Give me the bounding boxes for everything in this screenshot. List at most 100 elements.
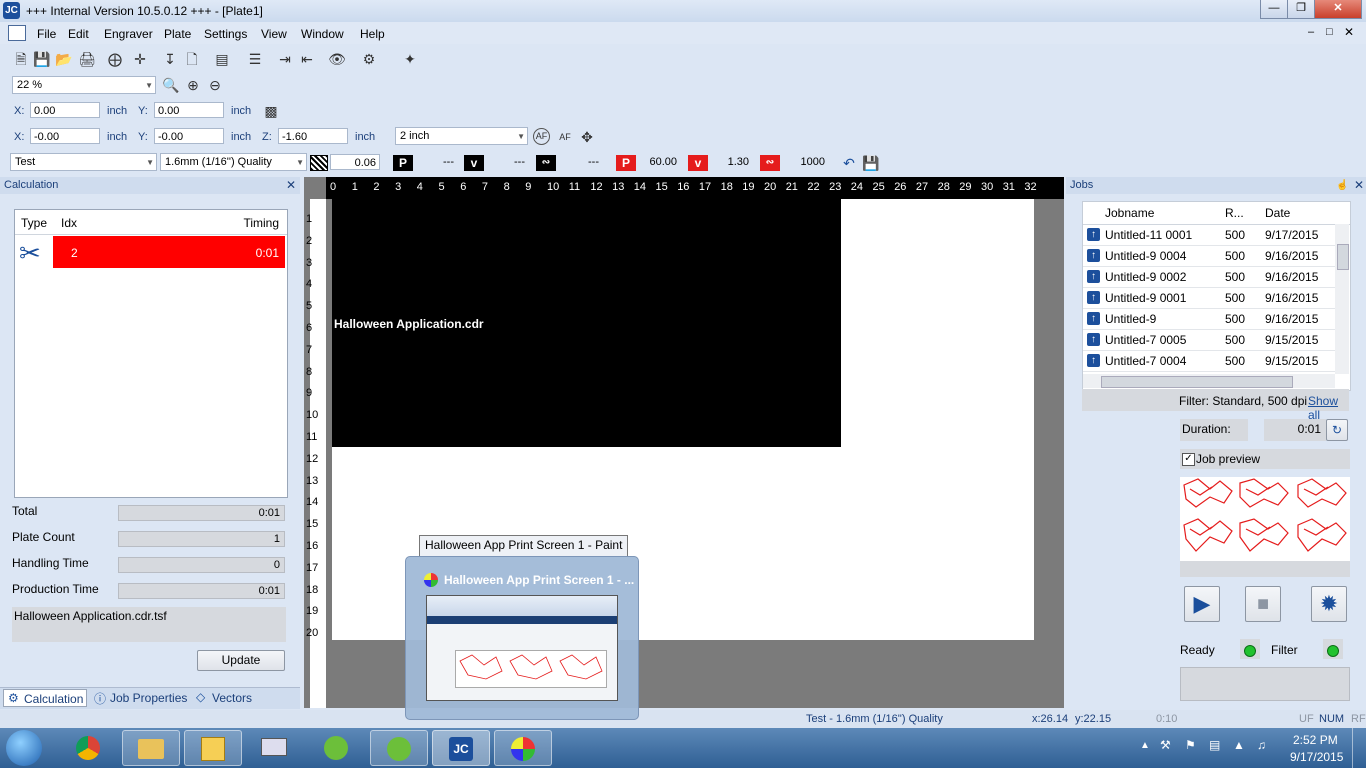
zoom-select[interactable]: 22 % ▼ bbox=[12, 76, 156, 94]
tray-flag-icon[interactable]: ⚑ bbox=[1185, 738, 1196, 752]
tab-calculation[interactable]: ⚙ Calculation bbox=[3, 689, 87, 707]
line-height-input[interactable]: 0.06 bbox=[330, 154, 380, 170]
taskbar-paint[interactable] bbox=[494, 730, 552, 766]
job-row[interactable]: ↑ Untitled-9 0004 500 9/16/2015 bbox=[1083, 246, 1335, 267]
menu-plate[interactable]: Plate bbox=[164, 27, 191, 41]
taskbar-chrome[interactable] bbox=[60, 730, 118, 766]
menu-window[interactable]: Window bbox=[301, 27, 344, 41]
show-all-link[interactable]: Show all bbox=[1308, 394, 1349, 422]
zoom-out-icon[interactable]: ⊖ bbox=[206, 76, 224, 94]
close-button[interactable]: ✕ bbox=[1314, 0, 1362, 19]
gear-icon[interactable]: ⚙ bbox=[360, 50, 378, 68]
clock-time[interactable]: 2:52 PM bbox=[1293, 733, 1338, 747]
menu-file[interactable]: File bbox=[37, 27, 56, 41]
table-row[interactable]: 2 0:01 bbox=[53, 236, 285, 268]
start-orb-icon[interactable] bbox=[6, 730, 42, 766]
cut-frequency-input[interactable]: 1000 bbox=[782, 154, 828, 170]
minimize-button[interactable]: — bbox=[1260, 0, 1288, 19]
anchor-icon[interactable]: ▩ bbox=[262, 102, 280, 120]
job-row[interactable]: ↑ Untitled-9 0001 500 9/16/2015 bbox=[1083, 288, 1335, 309]
taskbar-coreldraw-2[interactable] bbox=[370, 730, 428, 766]
update-button[interactable]: Update bbox=[197, 650, 285, 671]
taskbar-coreldraw-1[interactable] bbox=[308, 730, 366, 766]
menu-edit[interactable]: Edit bbox=[68, 27, 89, 41]
exhaust-fan-button[interactable]: ✹ bbox=[1311, 586, 1347, 622]
close-jobs-icon[interactable]: ✕ bbox=[1354, 177, 1364, 194]
receive-icon[interactable]: ⇤ bbox=[298, 50, 316, 68]
crosshair-icon[interactable]: ⨁ bbox=[106, 50, 124, 68]
taskbar-jobcontrol[interactable]: JC bbox=[432, 730, 490, 766]
tab-vectors[interactable]: Vectors bbox=[212, 691, 252, 705]
jobs-hscrollbar[interactable] bbox=[1083, 374, 1335, 388]
move-icon[interactable]: ✛ bbox=[131, 50, 149, 68]
taskbar-explorer[interactable] bbox=[122, 730, 180, 766]
head-x-input[interactable]: -0.00 bbox=[30, 128, 100, 144]
af-settings-icon[interactable]: AF bbox=[556, 128, 574, 146]
stop-button[interactable]: ■ bbox=[1245, 586, 1281, 622]
close-panel-icon[interactable]: ✕ bbox=[286, 177, 296, 194]
start-button[interactable]: ▶ bbox=[1184, 586, 1220, 622]
y-input[interactable]: 0.00 bbox=[154, 102, 224, 118]
menu-settings[interactable]: Settings bbox=[204, 27, 247, 41]
zoom-in-icon[interactable]: ⊕ bbox=[184, 76, 202, 94]
taskbar-thumbnail[interactable]: Halloween App Print Screen 1 - ... bbox=[405, 556, 639, 720]
tray-device-icon[interactable]: ▤ bbox=[1209, 738, 1220, 752]
maximize-button[interactable]: ❐ bbox=[1287, 0, 1315, 19]
pin-icon[interactable]: ☝ bbox=[1336, 177, 1348, 194]
menu-view[interactable]: View bbox=[261, 27, 287, 41]
zoom-fit-icon[interactable]: 🔍 bbox=[162, 76, 180, 94]
show-hidden-icons[interactable]: ▲ bbox=[1140, 740, 1150, 751]
show-desktop-button[interactable] bbox=[1352, 728, 1366, 768]
jobs-hscroll-thumb[interactable] bbox=[1101, 376, 1293, 388]
menu-help[interactable]: Help bbox=[360, 27, 385, 41]
frequency-input[interactable]: --- bbox=[558, 154, 602, 170]
head-y-input[interactable]: -0.00 bbox=[154, 128, 224, 144]
autofocus-icon[interactable]: AF bbox=[533, 128, 550, 145]
import-icon[interactable]: ↧ bbox=[161, 50, 179, 68]
job-row[interactable]: ↑ Untitled-7 0004 500 9/15/2015 bbox=[1083, 351, 1335, 372]
job-row[interactable]: ↑ Untitled-7 0005 500 9/15/2015 bbox=[1083, 330, 1335, 351]
mdi-restore-button[interactable]: □ bbox=[1326, 26, 1333, 38]
step-select[interactable]: 2 inch ▼ bbox=[395, 127, 528, 145]
job-graphic[interactable]: Halloween Application.cdr bbox=[332, 199, 841, 447]
app-icon[interactable]: JC bbox=[3, 2, 20, 19]
job-row[interactable]: ↑ Untitled-9 500 9/16/2015 bbox=[1083, 309, 1335, 330]
stack-icon[interactable]: ☰ bbox=[246, 50, 264, 68]
thumbnail-preview[interactable] bbox=[426, 595, 618, 701]
refresh-duration-icon[interactable]: ↻ bbox=[1326, 419, 1348, 441]
tool-icon[interactable]: ✦ bbox=[401, 50, 419, 68]
job-row[interactable]: ↑ Untitled-11 0001 500 9/17/2015 bbox=[1083, 225, 1335, 246]
x-input[interactable]: 0.00 bbox=[30, 102, 100, 118]
taskbar-printer[interactable] bbox=[246, 730, 304, 766]
mdi-close-button[interactable]: ✕ bbox=[1344, 25, 1354, 39]
print-icon[interactable]: 🖨 bbox=[78, 50, 96, 68]
menu-engraver[interactable]: Engraver bbox=[104, 27, 153, 41]
new-icon[interactable]: 🗎 bbox=[12, 50, 30, 68]
xyz-move-icon[interactable]: ✥ bbox=[578, 128, 596, 146]
tray-icon-1[interactable]: ⚒ bbox=[1160, 738, 1171, 752]
layout-icon[interactable]: ▤ bbox=[213, 50, 231, 68]
eye-icon[interactable]: 👁 bbox=[328, 50, 346, 68]
head-z-input[interactable]: -1.60 bbox=[278, 128, 348, 144]
mdi-minimize-button[interactable]: – bbox=[1308, 26, 1314, 38]
volume-icon[interactable]: ♫ bbox=[1257, 738, 1266, 752]
cut-velocity-input[interactable]: 1.30 bbox=[710, 154, 752, 170]
jobs-vscroll-thumb[interactable] bbox=[1337, 244, 1349, 270]
velocity-input[interactable]: --- bbox=[486, 154, 528, 170]
cut-power-input[interactable]: 60.00 bbox=[638, 154, 680, 170]
document-icon[interactable] bbox=[8, 25, 26, 41]
save-icon[interactable]: 💾 bbox=[33, 50, 51, 68]
undo-icon[interactable]: ↶ bbox=[840, 154, 858, 172]
job-preview-checkbox[interactable]: ✓ bbox=[1182, 453, 1195, 466]
jobs-vscrollbar[interactable] bbox=[1335, 224, 1349, 374]
network-icon[interactable]: ▲ bbox=[1233, 738, 1245, 752]
power-input[interactable]: --- bbox=[415, 154, 457, 170]
save-params-icon[interactable]: 💾 bbox=[862, 154, 880, 172]
send-icon[interactable]: ⇥ bbox=[276, 50, 294, 68]
quality-select[interactable]: 1.6mm (1/16'') Quality ▼ bbox=[160, 153, 307, 171]
clock-date[interactable]: 9/17/2015 bbox=[1290, 750, 1343, 764]
open-icon[interactable]: 📂 bbox=[55, 50, 73, 68]
profile-select[interactable]: Test ▼ bbox=[10, 153, 157, 171]
tab-job-properties[interactable]: Job Properties bbox=[110, 691, 187, 705]
job-row[interactable]: ↑ Untitled-9 0002 500 9/16/2015 bbox=[1083, 267, 1335, 288]
